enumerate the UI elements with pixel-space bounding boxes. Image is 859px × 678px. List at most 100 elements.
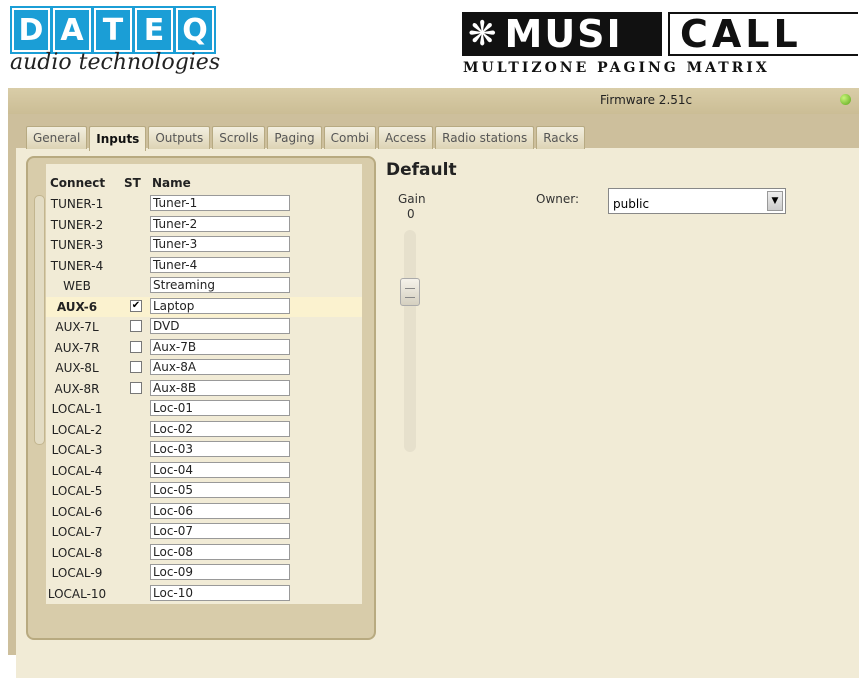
dropdown-arrow-icon[interactable]: ▼ <box>767 191 783 211</box>
input-row[interactable]: LOCAL-3 Loc-03 <box>46 440 362 460</box>
input-name-field[interactable]: Aux-8A <box>150 359 290 375</box>
input-row[interactable]: LOCAL-10 Loc-10 <box>46 584 362 604</box>
input-row[interactable]: LOCAL-7 Loc-07 <box>46 522 362 542</box>
gain-value: 0 <box>407 207 415 221</box>
status-bar: Firmware 2.51c <box>8 88 859 114</box>
input-name-field[interactable]: Tuner-4 <box>150 256 290 273</box>
input-row[interactable]: LOCAL-4 Loc-04 <box>46 461 362 481</box>
input-connect-label: TUNER-3 <box>50 238 104 252</box>
input-name-field[interactable]: Loc-08 <box>150 543 290 560</box>
input-connect-label: LOCAL-6 <box>51 504 103 519</box>
input-row[interactable]: TUNER-1 Tuner-1 <box>46 194 362 214</box>
input-name-field[interactable]: Loc-07 <box>150 523 290 539</box>
input-row[interactable]: LOCAL-6 Loc-06 <box>46 502 362 522</box>
input-row[interactable]: AUX-8R Aux-8B <box>46 379 362 399</box>
input-name-field[interactable]: Aux-7B <box>150 338 290 355</box>
input-name-field[interactable]: Loc-10 <box>150 584 290 601</box>
tab-general[interactable]: General <box>26 126 88 149</box>
tab-inputs[interactable]: Inputs <box>89 126 147 151</box>
input-row[interactable]: AUX-7R Aux-7B <box>46 338 362 358</box>
input-detail-title: Default <box>386 160 457 180</box>
input-row[interactable]: WEB Streaming <box>46 276 362 296</box>
stereo-checkbox[interactable] <box>130 340 142 353</box>
input-connect-label: LOCAL-4 <box>51 463 103 478</box>
logo-letter: A <box>51 6 93 54</box>
input-row[interactable]: TUNER-3 Tuner-3 <box>46 235 362 255</box>
input-name-field[interactable]: DVD <box>150 318 290 334</box>
input-row[interactable]: AUX-8L Aux-8A <box>46 358 362 378</box>
input-connect-label: LOCAL-9 <box>51 566 103 580</box>
input-name-field[interactable]: Loc-09 <box>150 564 290 580</box>
input-name-field[interactable]: Loc-05 <box>150 482 290 498</box>
logo-tagline: audio technologies <box>10 50 221 75</box>
input-name-field[interactable]: Tuner-2 <box>150 215 290 232</box>
column-header-connect: Connect <box>50 176 106 190</box>
input-row[interactable]: LOCAL-9 Loc-09 <box>46 563 362 583</box>
gain-label: Gain <box>398 192 426 206</box>
app-header: D A T E Q audio technologies ❋ MUSI CALL … <box>0 0 859 88</box>
input-name-field[interactable]: Aux-8B <box>150 379 290 396</box>
stereo-checkbox[interactable] <box>130 361 142 373</box>
tab-racks[interactable]: Racks <box>536 126 586 149</box>
inputs-list: Connect ST Name TUNER-1 Tuner-1 TUNER-2 Tun… <box>46 164 362 604</box>
input-connect-label: LOCAL-5 <box>51 484 103 498</box>
input-row[interactable]: LOCAL-8 Loc-08 <box>46 543 362 563</box>
input-name-field[interactable]: Loc-02 <box>150 420 290 437</box>
tab-bar: General Inputs Outputs Scrolls Paging Combi Ac… <box>26 126 586 151</box>
input-connect-label: AUX-6 <box>56 299 98 314</box>
firmware-version: Firmware 2.51c <box>600 93 693 107</box>
snowflake-icon: ❋ <box>468 14 499 54</box>
input-name-field[interactable]: Loc-01 <box>150 400 290 416</box>
input-row[interactable]: LOCAL-5 Loc-05 <box>46 481 362 501</box>
tab-access[interactable]: Access <box>378 126 434 149</box>
stereo-checkbox[interactable] <box>130 320 142 332</box>
input-name-field[interactable]: Laptop <box>150 297 290 314</box>
tab-combi[interactable]: Combi <box>323 126 377 149</box>
input-name-field[interactable]: Loc-04 <box>150 461 290 478</box>
input-connect-label: LOCAL-2 <box>51 422 103 437</box>
status-led-icon <box>840 94 851 105</box>
product-logo-musi: ❋ MUSI <box>462 12 662 56</box>
dateq-logo: D A T E Q <box>10 6 216 54</box>
owner-label: Owner: <box>536 192 580 206</box>
input-connect-label: LOCAL-8 <box>51 545 103 560</box>
logo-letter: Q <box>174 6 216 54</box>
input-connect-label: AUX-7L <box>55 320 99 334</box>
tab-scrolls[interactable]: Scrolls <box>212 126 266 149</box>
owner-select-value: public <box>613 197 650 211</box>
input-name-field[interactable]: Loc-06 <box>150 502 290 519</box>
input-row[interactable]: TUNER-4 Tuner-4 <box>46 256 362 276</box>
logo-letter: D <box>10 6 52 54</box>
logo-letter: T <box>92 6 134 54</box>
logo-letter: E <box>133 6 175 54</box>
owner-select[interactable]: public ▼ <box>608 188 786 214</box>
gain-slider-thumb[interactable] <box>400 278 420 306</box>
column-header-name: Name <box>152 176 191 190</box>
gain-slider-track[interactable] <box>404 230 416 452</box>
input-row[interactable]: TUNER-2 Tuner-2 <box>46 215 362 235</box>
input-row[interactable]: AUX-6 ✔ Laptop <box>46 296 362 317</box>
tab-radio-stations[interactable]: Radio stations <box>435 126 535 149</box>
input-name-field[interactable]: Tuner-3 <box>150 236 290 252</box>
product-name-part1: MUSI <box>504 12 623 56</box>
input-connect-label: LOCAL-7 <box>51 525 103 539</box>
tab-outputs[interactable]: Outputs <box>148 126 211 149</box>
input-connect-label: TUNER-1 <box>50 197 104 211</box>
input-connect-label: WEB <box>63 279 91 293</box>
list-scrollbar[interactable] <box>34 195 45 445</box>
input-row[interactable]: LOCAL-2 Loc-02 <box>46 420 362 440</box>
input-connect-label: LOCAL-10 <box>47 586 107 601</box>
input-row[interactable]: AUX-7L DVD <box>46 317 362 337</box>
column-header-st: ST <box>124 176 141 190</box>
stereo-checkbox[interactable] <box>130 381 142 394</box>
input-connect-label: AUX-7R <box>54 340 100 355</box>
product-logo-call: CALL <box>668 12 858 56</box>
input-row[interactable]: LOCAL-1 Loc-01 <box>46 399 362 419</box>
input-name-field[interactable]: Tuner-1 <box>150 195 290 211</box>
input-connect-label: LOCAL-3 <box>51 443 103 457</box>
tab-paging[interactable]: Paging <box>267 126 322 149</box>
stereo-checkbox[interactable]: ✔ <box>130 299 142 312</box>
input-name-field[interactable]: Loc-03 <box>150 441 290 457</box>
input-connect-label: AUX-8L <box>55 361 99 375</box>
input-name-field[interactable]: Streaming <box>150 277 290 293</box>
